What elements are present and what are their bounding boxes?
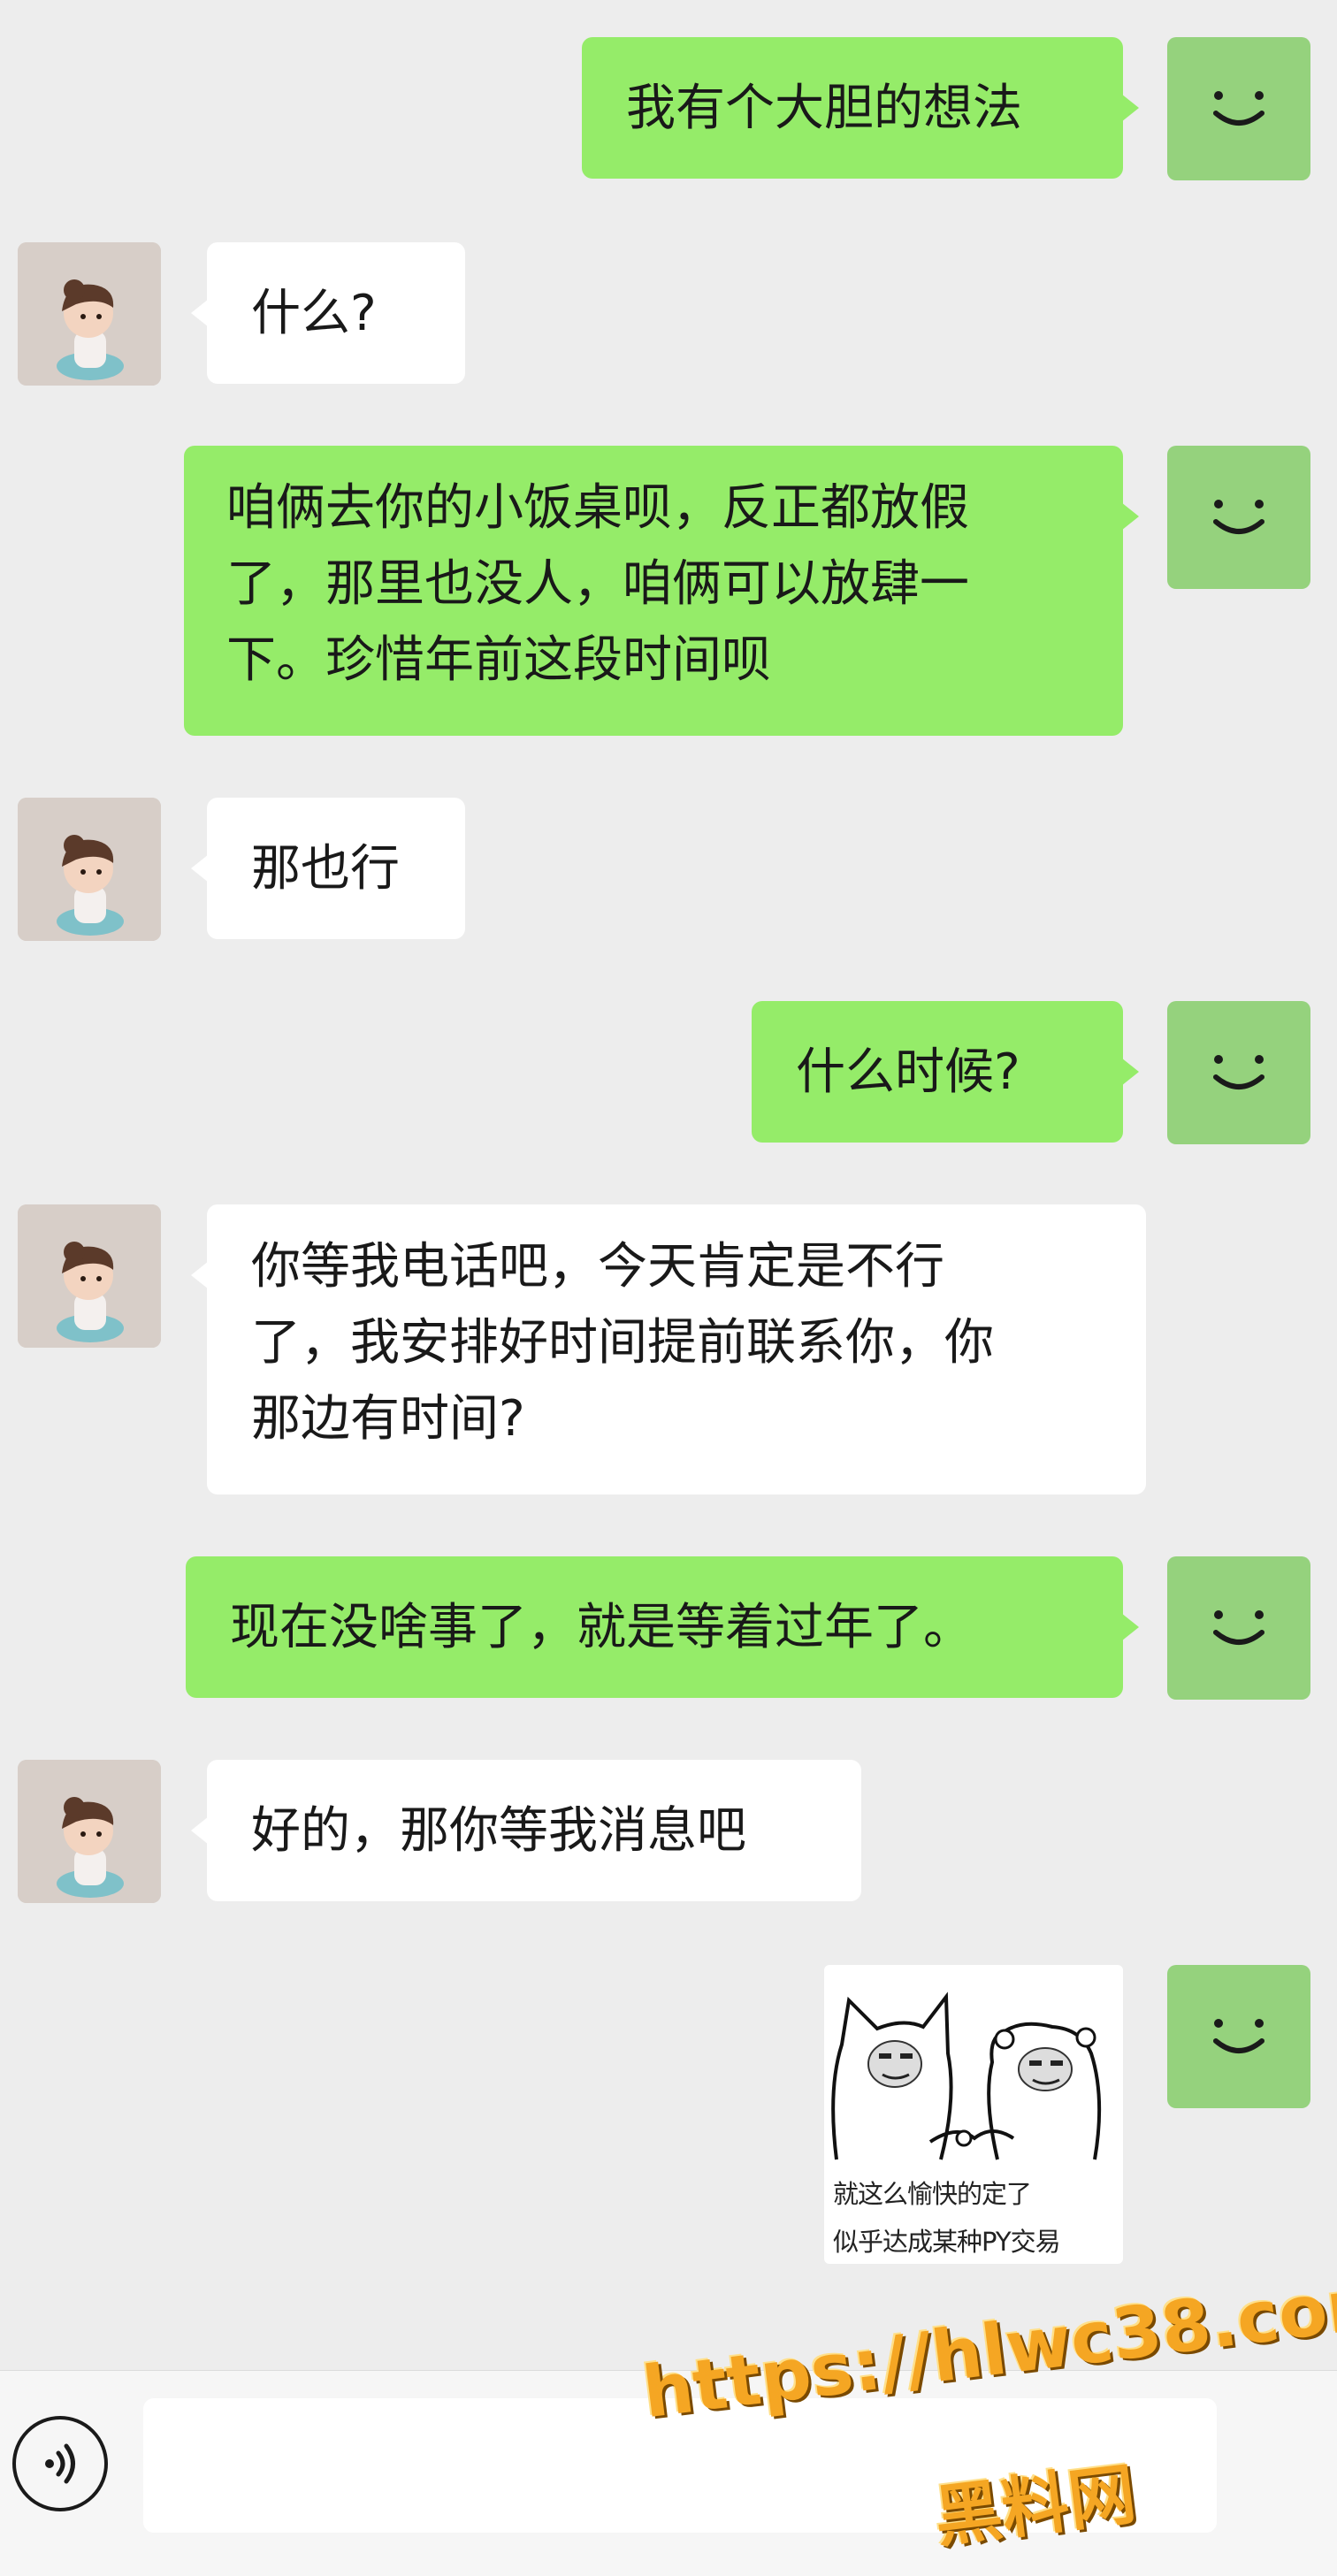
message-line: 了，那里也没人，咱俩可以放肆一 <box>226 555 969 613</box>
smile-icon <box>1213 2019 1264 2053</box>
sticker-caption-line2: 似乎达成某种PY交易 <box>833 2227 1061 2257</box>
message-bubble-received[interactable]: 好的，那你等我消息吧 <box>191 1760 861 1901</box>
message-bubble-sent[interactable]: 现在没啥事了，就是等着过年了。 <box>186 1556 1139 1698</box>
chat-area: 我有个大胆的想法 什么? 咱俩去你的小饭桌呗，反正都放假 了，那里也没人，咱俩可… <box>0 0 1337 2370</box>
message-line: 下。珍惜年前这段时间呗 <box>226 631 771 689</box>
message-text: 什么? <box>251 285 377 342</box>
message-bubble-received[interactable]: 那也行 <box>191 798 465 939</box>
voice-icon <box>45 2443 75 2484</box>
my-avatar[interactable] <box>1167 446 1310 589</box>
message-bubble-sent[interactable]: 什么时候? <box>752 1001 1139 1143</box>
smile-icon <box>1213 1610 1264 1645</box>
message-bubble-received[interactable]: 什么? <box>191 242 465 384</box>
smile-icon <box>1213 500 1264 534</box>
message-bubble-sent[interactable]: 咱俩去你的小饭桌呗，反正都放假 了，那里也没人，咱俩可以放肆一 下。珍惜年前这段… <box>184 446 1139 736</box>
smile-icon <box>1213 91 1264 126</box>
my-avatar[interactable] <box>1167 1001 1310 1144</box>
contact-avatar[interactable] <box>18 242 161 386</box>
cartoon-girl-avatar <box>18 798 161 941</box>
message-text: 什么时候? <box>796 1043 1020 1101</box>
my-avatar[interactable] <box>1167 1556 1310 1700</box>
contact-avatar[interactable] <box>18 1760 161 1903</box>
cartoon-girl-avatar <box>18 242 161 386</box>
voice-button[interactable] <box>12 2416 108 2511</box>
cartoon-girl-avatar <box>18 1204 161 1348</box>
message-bubble-sent[interactable]: 我有个大胆的想法 <box>582 37 1139 179</box>
cartoon-girl-avatar <box>18 1760 161 1903</box>
message-text: 那也行 <box>251 840 400 898</box>
message-text: 现在没啥事了，就是等着过年了。 <box>230 1599 973 1656</box>
sticker-caption-line1: 就这么愉快的定了 <box>833 2179 1032 2209</box>
contact-avatar[interactable] <box>18 1204 161 1348</box>
my-avatar[interactable] <box>1167 37 1310 180</box>
message-line: 你等我电话吧，今天肯定是不行 <box>251 1238 944 1296</box>
message-line: 咱俩去你的小饭桌呗，反正都放假 <box>226 479 969 537</box>
message-text: 我有个大胆的想法 <box>626 80 1022 137</box>
message-bubble-received[interactable]: 你等我电话吧，今天肯定是不行 了，我安排好时间提前联系你，你 那边有时间? <box>191 1204 1146 1494</box>
contact-avatar[interactable] <box>18 798 161 941</box>
my-avatar[interactable] <box>1167 1965 1310 2108</box>
handshake-sticker-image <box>831 1991 1102 2160</box>
message-line: 那边有时间? <box>251 1390 525 1448</box>
sticker-message[interactable]: 就这么愉快的定了 似乎达成某种PY交易 <box>824 1965 1123 2264</box>
message-text: 好的，那你等我消息吧 <box>251 1802 746 1860</box>
message-line: 了，我安排好时间提前联系你，你 <box>251 1314 994 1372</box>
smile-icon <box>1213 1055 1264 1089</box>
